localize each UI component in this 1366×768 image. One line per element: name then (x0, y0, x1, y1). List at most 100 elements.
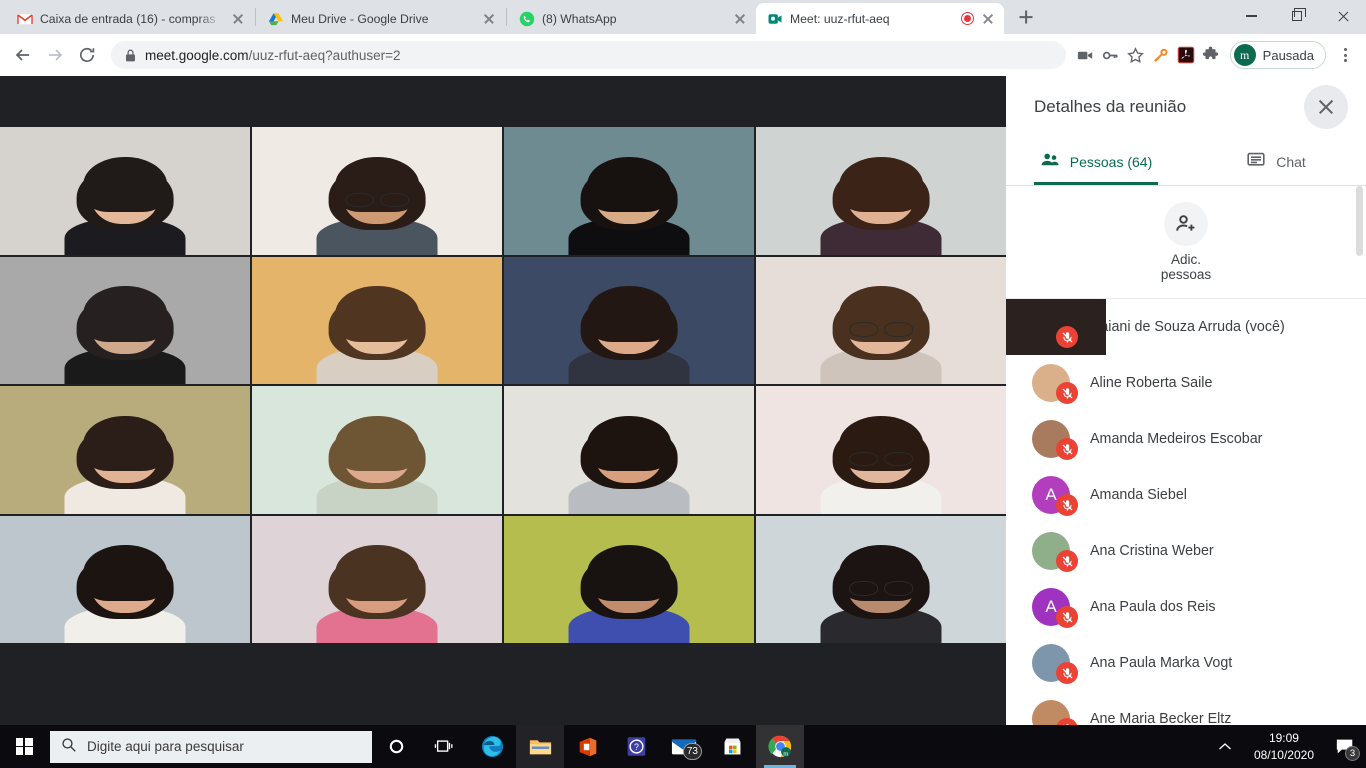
browser-tab-whatsapp[interactable]: (8) WhatsApp (508, 3, 756, 34)
video-camera-icon[interactable] (1075, 44, 1097, 66)
participant-tile[interactable] (504, 386, 754, 514)
participant-tile[interactable] (504, 127, 754, 255)
windows-start-icon[interactable] (0, 725, 48, 768)
task-view-icon[interactable] (420, 725, 468, 768)
address-bar[interactable]: meet.google.com/uuz-rfut-aeq?authuser=2 (111, 41, 1066, 69)
close-icon[interactable] (1304, 85, 1348, 129)
browser-tab-meet[interactable]: Meet: uuz-rfut-aeq (756, 3, 1004, 34)
mic-off-icon (1056, 606, 1078, 628)
participant-tile[interactable] (0, 515, 250, 643)
address-path: /uuz-rfut-aeq?authuser=2 (248, 47, 401, 63)
participant-tile[interactable] (252, 515, 502, 643)
mic-off-icon (1056, 494, 1078, 516)
add-people-label: Adic. pessoas (1160, 251, 1212, 282)
participants-list: Daiani de Souza Arruda (você) Aline Rober… (1006, 298, 1366, 747)
search-input[interactable]: Digite aqui para pesquisar (50, 730, 372, 763)
participant-row[interactable]: Aline Roberta Saile (1006, 355, 1366, 411)
add-people-button[interactable]: Adic. pessoas (1006, 186, 1366, 298)
chat-icon (1246, 150, 1266, 173)
browser-tab-gmail[interactable]: Caixa de entrada (16) - compras (6, 3, 254, 34)
avatar: m (1233, 44, 1256, 66)
participant-name: Amanda Siebel (1090, 487, 1187, 503)
toolbar-right-icons: m Pausada (1075, 41, 1358, 69)
panel-scrollbar[interactable] (1356, 186, 1363, 256)
reload-icon[interactable] (72, 40, 102, 70)
profile-button[interactable]: m Pausada (1229, 41, 1326, 69)
key-icon[interactable] (1100, 44, 1122, 66)
gmail-icon (17, 11, 33, 27)
cortana-icon[interactable] (372, 725, 420, 768)
close-icon[interactable] (481, 11, 497, 27)
participant-tile[interactable] (252, 127, 502, 255)
participant-tile[interactable] (756, 256, 1006, 384)
close-window-button[interactable] (1320, 0, 1366, 32)
close-icon[interactable] (230, 11, 246, 27)
participant-silhouette (820, 156, 942, 255)
participant-silhouette (64, 286, 186, 384)
tab-chat[interactable]: Chat (1186, 138, 1366, 185)
participant-tile[interactable] (0, 127, 250, 255)
search-placeholder: Digite aqui para pesquisar (87, 739, 244, 754)
participant-tile[interactable] (0, 386, 250, 514)
participant-tile[interactable] (504, 515, 754, 643)
participant-row[interactable]: Amanda Medeiros Escobar (1006, 411, 1366, 467)
meeting-video-stage (0, 76, 1006, 725)
extensions-puzzle-icon[interactable] (1200, 44, 1222, 66)
recording-indicator-icon[interactable] (962, 13, 973, 24)
avatar-wrapper (1032, 364, 1078, 404)
window-controls (1228, 0, 1366, 32)
svg-text:m: m (783, 750, 789, 757)
tab-pessoas[interactable]: Pessoas (64) (1006, 138, 1186, 185)
participant-row[interactable]: Daiani de Souza Arruda (você) (1006, 299, 1366, 355)
notification-count: 3 (1345, 746, 1360, 761)
participant-silhouette (64, 156, 186, 255)
kebab-menu-icon[interactable] (1332, 42, 1358, 68)
browser-tab-drive[interactable]: Meu Drive - Google Drive (257, 3, 505, 34)
lastpass-key-icon[interactable] (1150, 44, 1172, 66)
google-chrome-icon[interactable]: m (756, 725, 804, 768)
file-explorer-icon[interactable] (516, 725, 564, 768)
tab-strip: Caixa de entrada (16) - compras Meu Driv… (0, 0, 1366, 34)
tab-label: Pessoas (64) (1069, 153, 1153, 170)
close-icon[interactable] (732, 11, 748, 27)
adobe-acrobat-icon[interactable] (1175, 44, 1197, 66)
participant-name: Daiani de Souza Arruda (você) (1090, 319, 1285, 335)
participant-tile[interactable] (0, 256, 250, 384)
participant-row[interactable]: Ana Paula Marka Vogt (1006, 635, 1366, 691)
participant-silhouette (820, 545, 942, 643)
tab-title: (8) WhatsApp (542, 11, 617, 26)
participant-tile[interactable] (252, 256, 502, 384)
back-arrow-icon[interactable] (8, 40, 38, 70)
microsoft-edge-icon[interactable] (468, 725, 516, 768)
avatar (1006, 299, 1106, 355)
microsoft-store-icon[interactable] (708, 725, 756, 768)
show-hidden-icons-chevron-up-icon[interactable] (1208, 725, 1242, 768)
profile-name: Pausada (1262, 47, 1314, 63)
address-bar-text: meet.google.com/uuz-rfut-aeq?authuser=2 (145, 48, 401, 63)
avatar-wrapper (1032, 644, 1078, 684)
minimize-button[interactable] (1228, 0, 1274, 32)
new-tab-button[interactable] (1012, 3, 1040, 31)
forward-arrow-icon[interactable] (40, 40, 70, 70)
bookmark-star-icon[interactable] (1125, 44, 1147, 66)
close-icon[interactable] (980, 11, 996, 27)
participant-tile[interactable] (252, 386, 502, 514)
participant-tile[interactable] (756, 127, 1006, 255)
maximize-button[interactable] (1274, 0, 1320, 32)
notifications-icon[interactable]: 3 (1326, 725, 1364, 768)
participant-row[interactable]: A Ana Paula dos Reis (1006, 579, 1366, 635)
tab-title: Caixa de entrada (16) - compras (40, 11, 216, 26)
participant-row[interactable]: Ana Cristina Weber (1006, 523, 1366, 579)
participant-tile[interactable] (756, 386, 1006, 514)
participant-tile[interactable] (756, 515, 1006, 643)
participant-row[interactable]: A Amanda Siebel (1006, 467, 1366, 523)
lock-icon (125, 49, 136, 62)
microsoft-office-icon[interactable] (564, 725, 612, 768)
clock[interactable]: 19:09 08/10/2020 (1242, 730, 1326, 762)
mail-icon[interactable]: 73 (660, 725, 708, 768)
participant-tile[interactable] (504, 256, 754, 384)
participant-silhouette (568, 156, 690, 255)
avatar-wrapper (1032, 420, 1078, 460)
get-help-icon[interactable]: ? (612, 725, 660, 768)
participant-silhouette (820, 286, 942, 384)
